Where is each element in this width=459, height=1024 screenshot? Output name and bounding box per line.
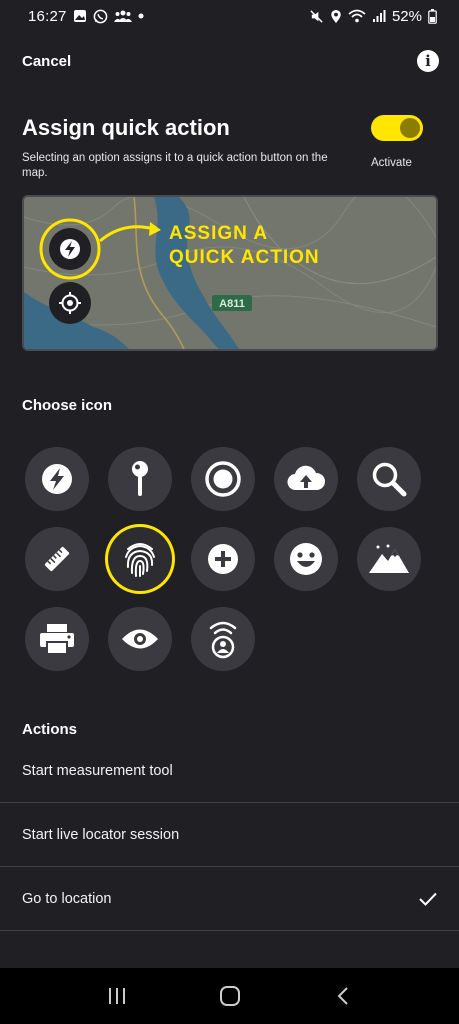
cloud-upload-icon <box>287 465 325 491</box>
preview-callout-line1: ASSIGN A <box>169 223 268 244</box>
info-icon: i <box>425 52 431 70</box>
status-right: 52% <box>309 8 437 25</box>
status-time: 16:27 <box>28 7 67 25</box>
page-title: Assign quick action <box>22 115 230 140</box>
search-icon <box>372 462 407 497</box>
home-button[interactable] <box>210 976 250 1016</box>
icon-option-add-circle[interactable] <box>191 527 255 591</box>
battery-percent: 52% <box>391 7 422 25</box>
activate-label: Activate <box>371 157 412 169</box>
system-nav-bar <box>0 968 459 1024</box>
status-left: 16:27 <box>28 8 144 25</box>
action-item-label: Start live locator session <box>22 826 180 843</box>
recent-apps-icon <box>108 988 125 1004</box>
action-item-go-to-location[interactable]: Go to location <box>0 867 459 931</box>
activate-toggle[interactable] <box>371 115 423 141</box>
icon-option-smiley[interactable] <box>274 527 338 591</box>
page-subtitle: Selecting an option assigns it to a quic… <box>22 152 328 179</box>
printer-icon <box>40 624 74 655</box>
record-icon <box>205 461 241 497</box>
gallery-icon <box>73 9 87 23</box>
group-icon <box>113 9 132 23</box>
map-preview-image: A811 ASSIGN A QUICK ACTION <box>24 197 436 349</box>
icon-option-mountain[interactable] <box>357 527 421 591</box>
preview-lightning-icon <box>60 239 80 259</box>
pin-icon <box>132 461 148 496</box>
map-road-label: A811 <box>219 298 245 310</box>
icon-option-live-locator[interactable] <box>191 607 255 671</box>
action-item-label: Go to location <box>22 890 112 907</box>
header: Cancel i <box>22 48 439 74</box>
mountain-icon <box>369 544 409 573</box>
home-icon <box>219 986 240 1006</box>
live-locator-icon <box>209 621 237 659</box>
status-bar: 16:27 52% <box>0 0 459 32</box>
icon-option-record[interactable] <box>191 447 255 511</box>
icon-option-cloud-upload[interactable] <box>274 447 338 511</box>
action-item-live-locator[interactable]: Start live locator session <box>0 803 459 867</box>
icon-option-search[interactable] <box>357 447 421 511</box>
signal-icon <box>372 9 386 23</box>
dot-icon <box>138 13 144 19</box>
preview-callout-line2: QUICK ACTION <box>169 247 320 268</box>
location-icon <box>330 9 342 24</box>
cancel-button[interactable]: Cancel <box>22 53 71 70</box>
map-preview: A811 ASSIGN A QUICK ACTION <box>22 195 438 351</box>
actions-heading: Actions <box>22 721 78 738</box>
icon-option-lightning[interactable] <box>25 447 89 511</box>
info-button[interactable]: i <box>417 50 439 72</box>
lightning-icon <box>42 464 72 494</box>
ruler-icon <box>44 546 70 572</box>
action-item-label: Start measurement tool <box>22 762 173 779</box>
battery-icon <box>428 8 437 24</box>
eye-icon <box>122 629 158 649</box>
wifi-icon <box>348 9 366 23</box>
icon-option-ruler[interactable] <box>25 527 89 591</box>
add-circle-icon <box>208 544 238 574</box>
action-item-measurement[interactable]: Start measurement tool <box>0 739 459 803</box>
recent-apps-button[interactable] <box>97 976 137 1016</box>
fingerprint-icon <box>125 543 155 577</box>
toggle-knob <box>400 118 420 138</box>
icon-option-eye[interactable] <box>108 607 172 671</box>
choose-icon-heading: Choose icon <box>22 397 113 414</box>
mute-icon <box>309 9 324 24</box>
icon-option-printer[interactable] <box>25 607 89 671</box>
smiley-icon <box>290 543 322 575</box>
back-button[interactable] <box>323 976 363 1016</box>
back-icon <box>337 987 348 1005</box>
icon-option-pin[interactable] <box>108 447 172 511</box>
whatsapp-icon <box>93 9 108 24</box>
checkmark-icon <box>419 892 437 906</box>
icon-option-fingerprint[interactable] <box>108 527 172 591</box>
